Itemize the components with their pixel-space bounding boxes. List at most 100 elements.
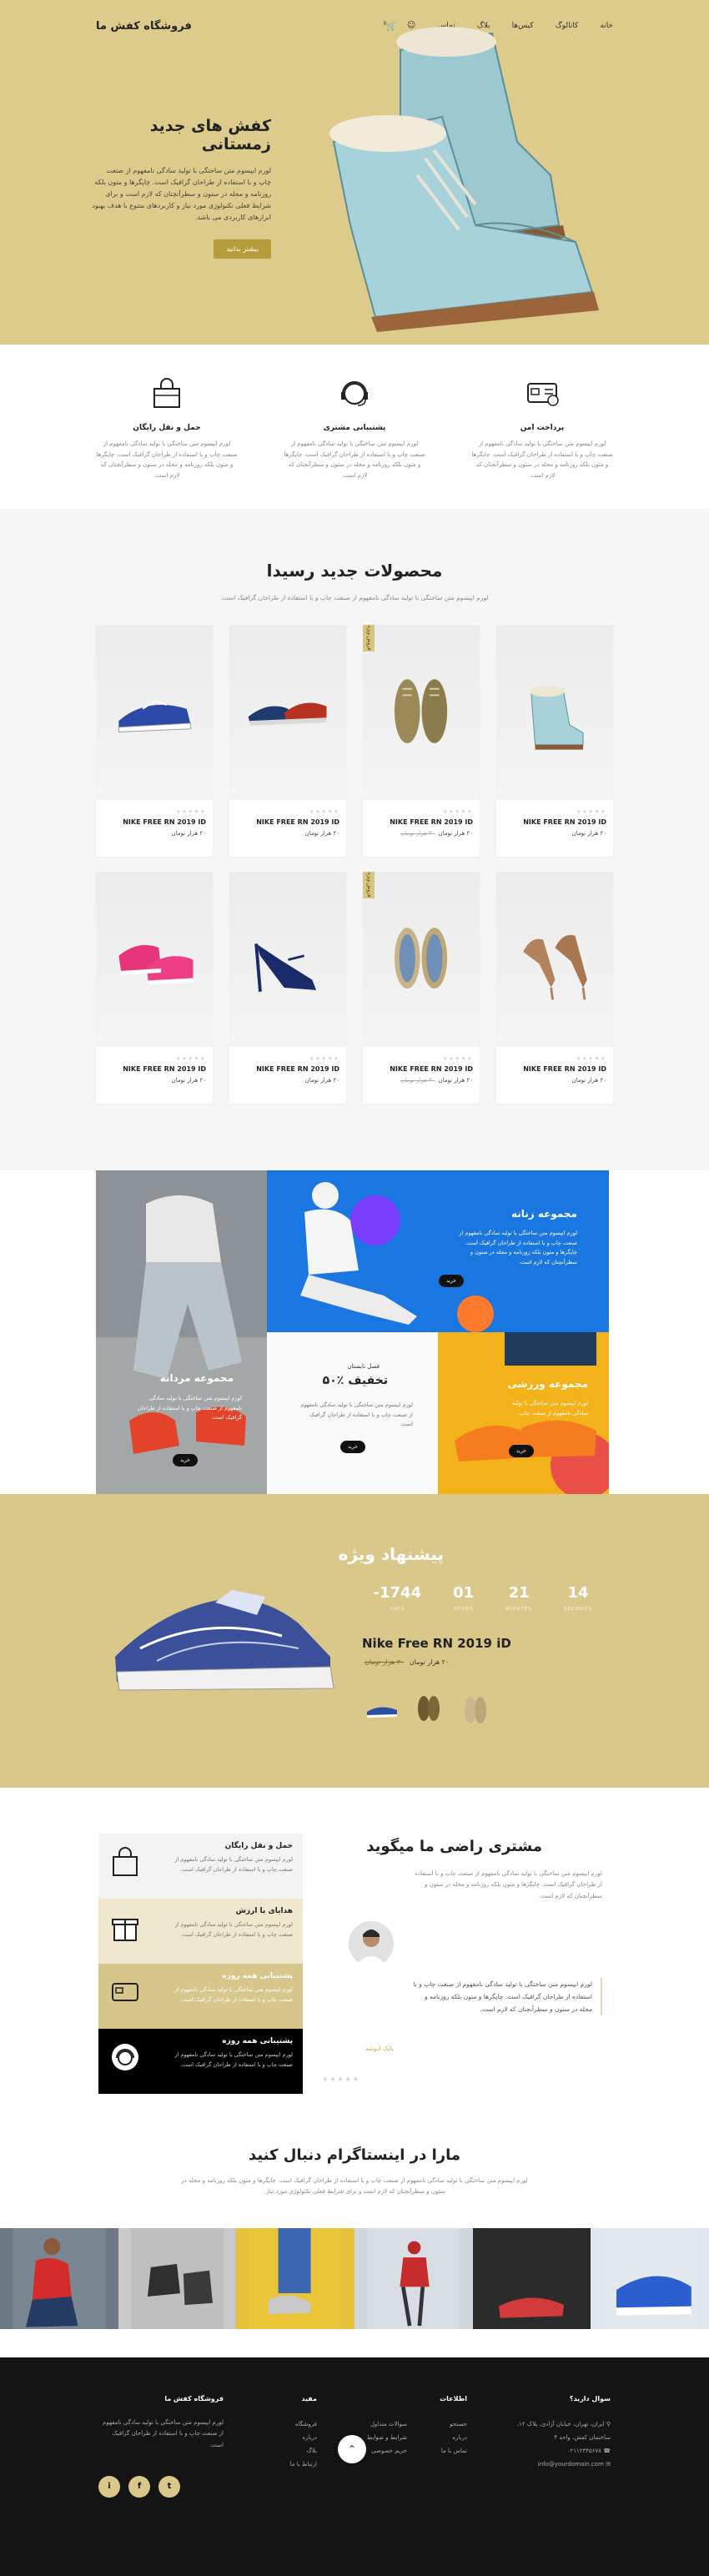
product-image[interactable]: فروش ویژه	[363, 872, 480, 1047]
sport-collection-title: مجموعه ورزشی	[507, 1378, 588, 1390]
men-collection-desc: لورم ایپسوم متن ساختگی با تولید سادگی نا…	[137, 1395, 242, 1421]
shoe-image	[254, 943, 316, 992]
product-name[interactable]: NIKE FREE RN 2019 ID	[503, 818, 606, 826]
footer-link[interactable]: تماس با ما	[419, 2444, 467, 2458]
instagram-photo[interactable]	[472, 2228, 591, 2329]
social-links: t f i	[98, 2476, 180, 2498]
product-name[interactable]: NIKE FREE RN 2019 ID	[370, 1065, 473, 1073]
facebook-icon[interactable]: f	[128, 2476, 150, 2498]
benefit-daily-support: پشتیبانی همه روزه لورم ایپسوم متن ساختگی…	[98, 1964, 303, 2029]
thumbnail-sneaker-blue[interactable]	[364, 1690, 400, 1727]
product-card[interactable]: فروش ویژه ★★★★★ NIKE FREE RN 2019 ID ۲۰ هزا…	[363, 872, 480, 1104]
feature-desc: لورم ایپسوم متن ساختگی با تولید سادگی نا…	[284, 440, 425, 479]
shoe-image	[529, 685, 584, 750]
testimonial-title: مشتری راضی ما میگوید	[366, 1838, 542, 1855]
footer-link[interactable]: شرایط و ضوابط	[359, 2431, 407, 2444]
offer-title: پیشنهاد ویژه	[338, 1544, 444, 1564]
men-collection-buy-button[interactable]: خرید	[173, 1454, 198, 1467]
offer-thumbnails	[364, 1690, 494, 1727]
product-image[interactable]	[96, 872, 213, 1047]
twitter-icon[interactable]: t	[158, 2476, 180, 2498]
product-image[interactable]	[496, 625, 613, 800]
product-image[interactable]	[496, 872, 613, 1047]
women-collection-buy-button[interactable]: خرید	[439, 1275, 464, 1287]
sport-collection-tile[interactable]: مجموعه ورزشی لورم ایپسوم متن ساختگی با ت…	[438, 1332, 609, 1494]
new-products-section: محصولات جدید رسیدا لورم ایپسوم متن ساختگ…	[0, 509, 709, 1170]
product-card[interactable]: ★★★★★ NIKE FREE RN 2019 ID ۲۰ هزار تومان	[496, 872, 613, 1104]
discount-tile[interactable]: فصل تابستان ۵۰٪ تخفیف لورم ایپسوم متن سا…	[267, 1332, 438, 1494]
product-name[interactable]: NIKE FREE RN 2019 ID	[370, 818, 473, 826]
product-name[interactable]: NIKE FREE RN 2019 ID	[503, 1065, 606, 1073]
thumbnail-sneaker-beige[interactable]	[457, 1690, 494, 1727]
footer-link[interactable]: درباره	[419, 2431, 467, 2444]
footer-contact-title: سوال دارید؟	[569, 2395, 611, 2402]
benefit-gifts: هدایای با ارزش لورم ایپسوم متن ساختگی با…	[98, 1899, 303, 1964]
instagram-icon[interactable]: i	[98, 2476, 120, 2498]
hero-section: خانه کاتالوگ کیس‌ها بلاگ تماس ☺ 🛒0 فروشگ…	[0, 0, 709, 345]
instagram-photo[interactable]	[118, 2228, 237, 2329]
product-name[interactable]: NIKE FREE RN 2019 ID	[103, 1065, 206, 1073]
product-name[interactable]: NIKE FREE RN 2019 ID	[236, 818, 339, 826]
discount-buy-button[interactable]: خرید	[340, 1441, 365, 1453]
thumbnail-shoe-brown[interactable]	[410, 1690, 447, 1727]
product-price: ۲۰ هزار تومان	[503, 830, 606, 837]
current-price: ۲۰ هزار تومان	[438, 830, 473, 837]
hero-description: لورم ایپسوم متن ساختگی با تولید سادگی نا…	[92, 167, 271, 221]
product-name[interactable]: NIKE FREE RN 2019 ID	[103, 818, 206, 826]
instagram-section: مارا در اینستاگرام دنبال کنید لورم ایپسو…	[0, 2130, 709, 2228]
phone-icon: ☎	[603, 2448, 611, 2455]
product-card[interactable]: فروش ویژه ★★★★★ NIKE FREE RN 2019 ID ۲۰ هزا…	[363, 625, 480, 857]
countdown-timer: -1744 DAYS 01 HOURS 21 MINUTES 14 SECONDS	[374, 1584, 592, 1612]
product-name[interactable]: NIKE FREE RN 2019 ID	[236, 1065, 339, 1073]
current-price: ۲۰ هزار تومان	[171, 1077, 206, 1084]
women-collection-tile[interactable]: مجموعه زنانه لورم ایپسوم متن ساختگی با ت…	[267, 1170, 609, 1332]
feature-secure-payment: پرداخت امن لورم ایپسوم متن ساختگی با تول…	[471, 374, 613, 509]
current-price: ۲۰ هزار تومان	[304, 830, 339, 837]
men-collection-title: مجموعه مردانه	[159, 1372, 234, 1384]
shoe-image	[522, 934, 587, 1000]
footer-link[interactable]: سوالات متداول	[359, 2418, 407, 2431]
product-card[interactable]: ★★★★★ NIKE FREE RN 2019 ID ۲۰ هزار تومان	[96, 872, 213, 1104]
features-section: پرداخت امن لورم ایپسوم متن ساختگی با تول…	[96, 345, 613, 509]
offer-product-name[interactable]: Nike Free RN 2019 iD	[362, 1636, 511, 1651]
feature-free-shipping: حمل و نقل رایگان لورم ایپسوم متن ساختگی …	[96, 374, 238, 509]
hero-title: کفش های جدید زمستانی	[149, 117, 271, 153]
instagram-photo[interactable]	[0, 2228, 118, 2329]
benefit-desc: لورم ایپسوم متن ساختگی با تولید سادگی نا…	[174, 2051, 293, 2068]
testimonial-desc: لورم ایپسوم متن ساختگی با تولید سادگی نا…	[415, 1870, 602, 1899]
current-price: ۲۰ هزار تومان	[438, 1077, 473, 1084]
countdown-hours: 01 HOURS	[453, 1584, 475, 1612]
section-title: محصولات جدید رسیدا	[266, 561, 443, 581]
product-card[interactable]: ★★★★★ NIKE FREE RN 2019 ID ۲۰ هزار تومان	[229, 625, 346, 857]
product-image[interactable]	[229, 625, 346, 800]
countdown-days: -1744 DAYS	[373, 1584, 422, 1612]
footer-link[interactable]: بلاگ	[259, 2444, 317, 2458]
logo[interactable]: فروشگاه کفش ما	[96, 20, 192, 33]
product-card[interactable]: ★★★★★ NIKE FREE RN 2019 ID ۲۰ هزار تومان	[96, 625, 213, 857]
instagram-photo[interactable]	[591, 2228, 709, 2329]
product-card[interactable]: ★★★★★ NIKE FREE RN 2019 ID ۲۰ هزار تومان	[496, 625, 613, 857]
footer-about: فروشگاه کفش ما لورم ایپسوم متن ساختگی با…	[98, 2395, 224, 2451]
product-card[interactable]: ★★★★★ NIKE FREE RN 2019 ID ۲۰ هزار تومان	[229, 872, 346, 1104]
discount-title: ۵۰٪ تخفیف	[322, 1374, 388, 1387]
instagram-desc: لورم ایپسوم متن ساختگی با تولید سادگی نا…	[181, 2177, 528, 2196]
sport-collection-buy-button[interactable]: خرید	[509, 1445, 534, 1457]
product-image[interactable]: فروش ویژه	[363, 625, 480, 800]
product-price: ۲۰ هزار تومان	[103, 830, 206, 837]
product-image[interactable]	[96, 625, 213, 800]
men-collection-tile[interactable]: مجموعه مردانه لورم ایپسوم متن ساختگی با …	[96, 1170, 267, 1494]
footer-link[interactable]: جستجو	[419, 2418, 467, 2431]
footer-link[interactable]: درباره	[259, 2431, 317, 2444]
scroll-to-top-button[interactable]: ⌃	[338, 2435, 366, 2463]
footer-email[interactable]: ✉ info@yourdomain.com	[510, 2458, 611, 2471]
offer-running-shoe-image	[115, 1590, 334, 1691]
instagram-photo[interactable]	[354, 2228, 473, 2329]
current-price: ۲۰ هزار تومان	[171, 830, 206, 837]
product-image[interactable]	[229, 872, 346, 1047]
feature-support: پشتیبانی مشتری لورم ایپسوم متن ساختگی با…	[284, 374, 425, 509]
instagram-photo[interactable]	[236, 2228, 354, 2329]
footer-link[interactable]: فروشگاه	[259, 2418, 317, 2431]
hero-learn-more-button[interactable]: بیشتر بدانید	[214, 239, 271, 259]
headset-support-icon	[112, 2044, 138, 2070]
footer-link[interactable]: ارتباط با ما	[259, 2458, 317, 2471]
